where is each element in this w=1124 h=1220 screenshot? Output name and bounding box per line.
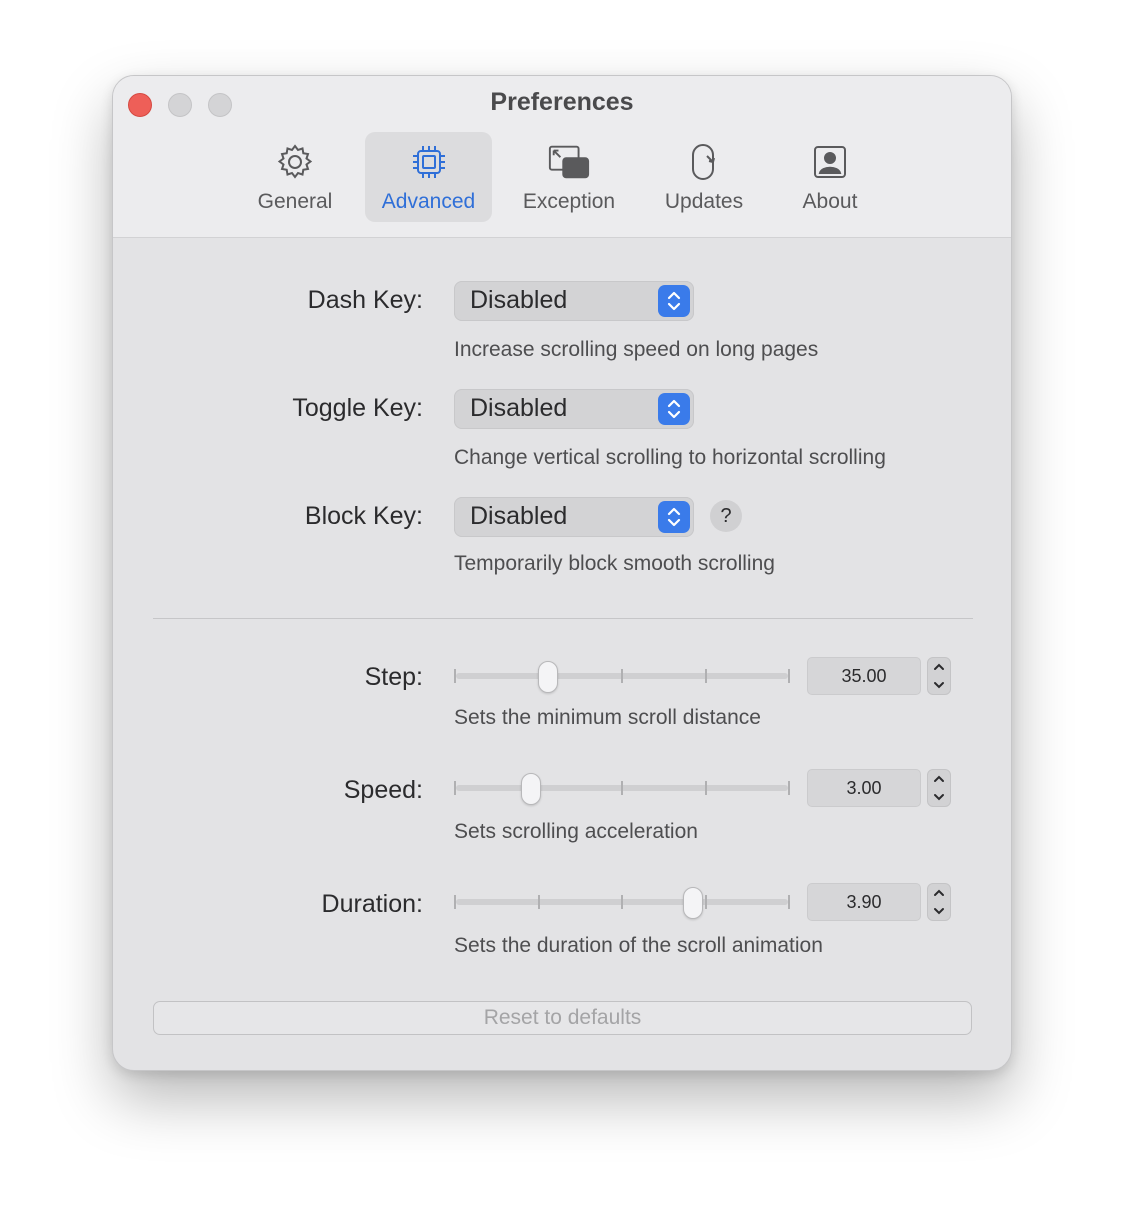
slider-tick	[537, 895, 540, 909]
reset-button[interactable]: Reset to defaults	[153, 1001, 972, 1035]
divider	[153, 618, 973, 619]
windows-icon	[547, 140, 591, 184]
step-slider[interactable]	[454, 661, 790, 693]
toggle-key-popup[interactable]: Disabled	[454, 389, 694, 429]
tab-label: Advanced	[381, 190, 476, 213]
dash-key-label: Dash Key:	[307, 286, 423, 314]
help-button[interactable]: ?	[710, 500, 742, 532]
chevron-updown-icon	[658, 501, 690, 533]
tab-exception[interactable]: Exception	[511, 132, 627, 222]
refresh-icon	[682, 140, 726, 184]
duration-slider[interactable]	[454, 887, 790, 919]
toolbar: Preferences General Advanced Exception U…	[113, 76, 1011, 238]
tab-general[interactable]: General	[243, 132, 347, 222]
duration-label: Duration:	[321, 890, 423, 918]
step-stepper[interactable]	[927, 657, 951, 695]
slider-tick	[454, 781, 456, 795]
speed-stepper[interactable]	[927, 769, 951, 807]
slider-tick	[704, 781, 707, 795]
popup-value: Disabled	[470, 394, 568, 422]
person-icon	[808, 140, 852, 184]
speed-value-field[interactable]: 3.00	[807, 769, 921, 807]
block-key-label: Block Key:	[304, 502, 423, 530]
slider-tick	[704, 895, 707, 909]
chevron-down-icon[interactable]	[928, 676, 950, 694]
chevron-down-icon[interactable]	[928, 902, 950, 920]
tab-updates[interactable]: Updates	[651, 132, 757, 222]
toggle-key-description: Change vertical scrolling to horizontal …	[454, 446, 886, 469]
speed-label: Speed:	[343, 776, 423, 804]
tab-advanced[interactable]: Advanced	[365, 132, 492, 222]
duration-stepper[interactable]	[927, 883, 951, 921]
slider-tick	[621, 895, 623, 909]
tab-label: About	[802, 190, 858, 213]
chevron-up-icon[interactable]	[928, 658, 950, 676]
gear-icon	[273, 140, 317, 184]
dash-key-description: Increase scrolling speed on long pages	[454, 338, 819, 361]
toggle-key-label: Toggle Key:	[292, 394, 423, 422]
step-value-field[interactable]: 35.00	[807, 657, 921, 695]
slider-tick	[704, 669, 707, 683]
tab-label: Updates	[664, 190, 744, 213]
chevron-up-icon[interactable]	[928, 884, 950, 902]
tab-label: General	[257, 190, 333, 213]
slider-knob[interactable]	[521, 773, 542, 805]
chip-icon	[407, 140, 451, 184]
duration-value-field[interactable]: 3.90	[807, 883, 921, 921]
slider-tick	[788, 895, 790, 909]
dash-key-popup[interactable]: Disabled	[454, 281, 694, 321]
block-key-description: Temporarily block smooth scrolling	[454, 552, 775, 575]
slider-tick	[788, 781, 790, 795]
step-description: Sets the minimum scroll distance	[454, 706, 761, 729]
slider-tick	[621, 781, 623, 795]
chevron-up-icon[interactable]	[928, 770, 950, 788]
speed-description: Sets scrolling acceleration	[454, 820, 698, 843]
block-key-popup[interactable]: Disabled	[454, 497, 694, 537]
chevron-updown-icon	[658, 393, 690, 425]
window-title: Preferences	[490, 88, 634, 116]
step-label: Step:	[364, 663, 423, 691]
tab-label: Exception	[522, 190, 616, 213]
slider-tick	[621, 669, 623, 683]
popup-value: Disabled	[470, 286, 568, 314]
tab-about[interactable]: About	[779, 132, 881, 222]
chevron-down-icon[interactable]	[928, 788, 950, 806]
popup-value: Disabled	[470, 502, 568, 530]
slider-tick	[454, 895, 456, 909]
slider-tick	[788, 669, 790, 683]
preferences-window: Preferences General Advanced Exception U…	[112, 75, 1012, 1071]
slider-knob[interactable]	[538, 661, 559, 693]
duration-description: Sets the duration of the scroll animatio…	[454, 934, 823, 957]
slider-knob[interactable]	[682, 887, 703, 919]
chevron-updown-icon	[658, 285, 690, 317]
slider-tick	[454, 669, 456, 683]
speed-slider[interactable]	[454, 773, 790, 805]
